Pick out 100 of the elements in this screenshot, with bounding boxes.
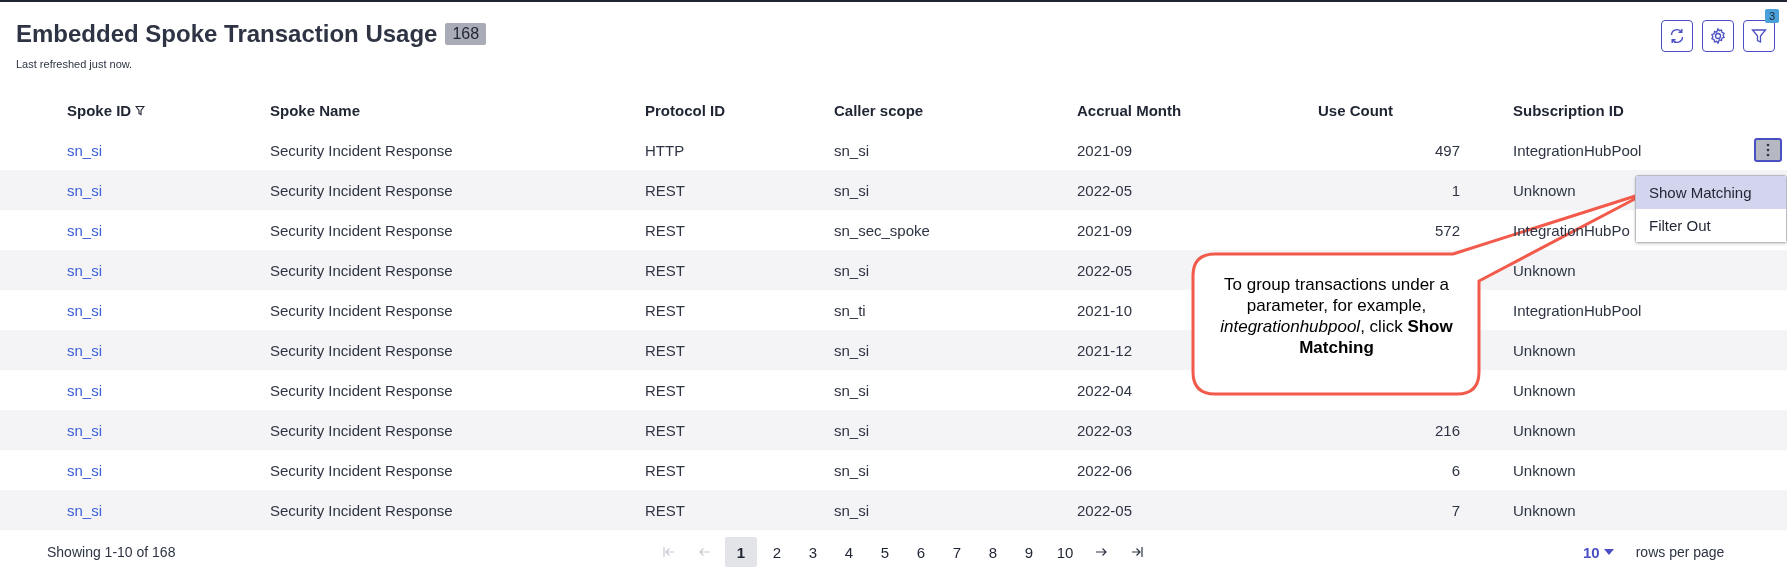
table-cell: Unknown (1513, 181, 1576, 199)
page-title: Embedded Spoke Transaction Usage (16, 20, 438, 48)
page-button[interactable]: 3 (797, 537, 829, 567)
table-cell: sn_si (834, 341, 870, 359)
refresh-button[interactable] (1661, 20, 1693, 52)
page-button[interactable]: 6 (905, 537, 937, 567)
spoke-id-link[interactable]: sn_si (67, 221, 103, 239)
table-cell: sn_si (834, 501, 870, 519)
table-cell: Security Incident Response (270, 461, 453, 479)
filter-icon (1751, 28, 1767, 44)
table-cell: REST (645, 341, 685, 359)
table-cell: Unknown (1513, 461, 1576, 479)
table-cell: 216 (1434, 421, 1460, 439)
spoke-id-link[interactable]: sn_si (67, 501, 103, 519)
table-cell: Security Incident Response (270, 501, 453, 519)
table-cell: sn_si (834, 421, 870, 439)
table-cell: Security Incident Response (270, 381, 453, 399)
table-cell: IntegrationHubPool (1513, 301, 1642, 319)
more-icon (1766, 143, 1770, 157)
table-cell: REST (645, 421, 685, 439)
spoke-id-link[interactable]: sn_si (67, 421, 103, 439)
rows-per-page-dropdown[interactable]: 10 (1583, 543, 1614, 561)
table-cell: sn_ti (834, 301, 866, 319)
table-cell: Security Incident Response (270, 141, 453, 159)
page-button[interactable]: 5 (869, 537, 901, 567)
table-cell: sn_si (834, 461, 870, 479)
table-cell: HTTP (645, 141, 685, 159)
table-cell: Unknown (1513, 501, 1576, 519)
caret-icon (1603, 549, 1614, 555)
filter-count-badge: 3 (1764, 9, 1779, 23)
table-cell: Security Incident Response (270, 181, 453, 199)
table-cell: Security Incident Response (270, 421, 453, 439)
row-actions-button[interactable] (1754, 138, 1782, 162)
table-cell: 2021-09 (1077, 141, 1133, 159)
table-cell: Security Incident Response (270, 301, 453, 319)
table-cell: Security Incident Response (270, 261, 453, 279)
table-cell: 1 (1451, 181, 1460, 199)
record-count: 168 (445, 23, 487, 45)
last-refreshed-text: Last refreshed just now. (16, 58, 134, 70)
table-cell: 6 (1451, 461, 1460, 479)
table-cell: 2022-06 (1077, 461, 1133, 479)
table-cell: 2022-04 (1077, 381, 1133, 399)
spoke-id-link[interactable]: sn_si (67, 141, 103, 159)
menu-item[interactable]: Filter Out (1636, 209, 1786, 242)
page-button[interactable]: 7 (941, 537, 973, 567)
table-cell: 7 (1451, 501, 1460, 519)
page-button[interactable]: 4 (833, 537, 865, 567)
table-cell: IntegrationHubPool (1513, 141, 1642, 159)
table-cell: sn_si (834, 261, 870, 279)
table-cell: 572 (1434, 221, 1460, 239)
arrow-icon (1130, 545, 1144, 559)
table-cell: 2022-05 (1077, 261, 1133, 279)
table-cell: Unknown (1513, 341, 1576, 359)
filter-button[interactable] (1743, 20, 1775, 52)
table-cell: REST (645, 501, 685, 519)
table-cell: Security Incident Response (270, 341, 453, 359)
page-button[interactable]: 2 (761, 537, 793, 567)
table-cell: 2022-05 (1077, 501, 1133, 519)
callout-text: To group transactions under a parameter, for example, integrationhubpool, click Show Matching (1219, 274, 1454, 358)
table-cell: Unknown (1513, 421, 1576, 439)
table-cell: 2021-09 (1077, 221, 1133, 239)
settings-icon (1709, 27, 1727, 45)
table-cell: REST (645, 221, 685, 239)
settings-button[interactable] (1702, 20, 1734, 52)
page-button[interactable]: 10 (1049, 537, 1081, 567)
table-cell: Security Incident Response (270, 221, 453, 239)
refresh-icon (1668, 27, 1686, 45)
table-cell: 2022-03 (1077, 421, 1133, 439)
column-header[interactable]: Spoke ID (67, 101, 132, 119)
table-cell: REST (645, 301, 685, 319)
table-cell: 497 (1434, 141, 1460, 159)
page-button[interactable]: 8 (977, 537, 1009, 567)
table-cell: 2021-10 (1077, 301, 1133, 319)
table-cell: Unknown (1513, 381, 1576, 399)
spoke-id-link[interactable]: sn_si (67, 261, 103, 279)
page-button[interactable]: 1 (725, 537, 757, 567)
spoke-id-link[interactable]: sn_si (67, 301, 103, 319)
table-cell: sn_si (834, 381, 870, 399)
spoke-id-link[interactable]: sn_si (67, 461, 103, 479)
column-header[interactable]: Spoke Name (270, 101, 361, 119)
column-header[interactable]: Use Count (1318, 101, 1393, 119)
column-header[interactable]: Subscription ID (1513, 101, 1624, 119)
table-cell: 2021-12 (1077, 341, 1133, 359)
column-header[interactable]: Accrual Month (1077, 101, 1182, 119)
menu-item[interactable]: Show Matching (1636, 176, 1786, 209)
table-cell: 2022-05 (1077, 181, 1133, 199)
table-cell: REST (645, 181, 685, 199)
table-cell: REST (645, 261, 685, 279)
table-cell: sn_si (834, 181, 870, 199)
column-header[interactable]: Caller scope (834, 101, 924, 119)
spoke-id-link[interactable]: sn_si (67, 341, 103, 359)
spoke-id-link[interactable]: sn_si (67, 381, 103, 399)
arrow-icon (662, 545, 676, 559)
spoke-id-link[interactable]: sn_si (67, 181, 103, 199)
page-button[interactable]: 9 (1013, 537, 1045, 567)
rows-per-page-label: rows per page (1635, 544, 1725, 560)
column-header[interactable]: Protocol ID (645, 101, 725, 119)
table-cell: REST (645, 461, 685, 479)
table-cell: REST (645, 381, 685, 399)
table-cell: sn_si (834, 141, 870, 159)
